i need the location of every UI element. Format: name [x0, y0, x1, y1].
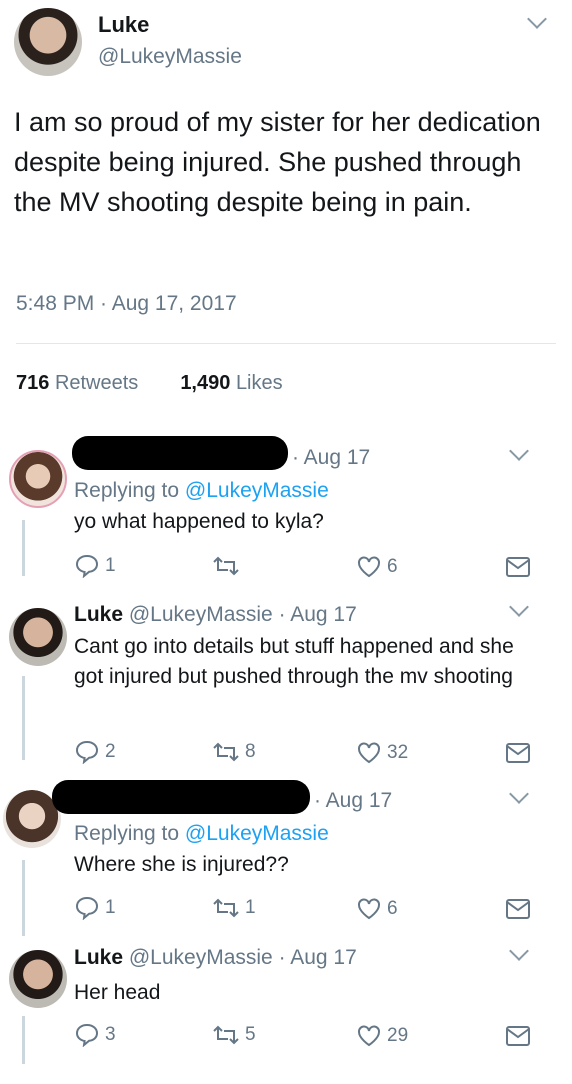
- retweets-count[interactable]: 716: [16, 372, 49, 394]
- reply-action[interactable]: 2: [74, 740, 116, 764]
- like-count: 6: [387, 898, 398, 919]
- retweet-count: 1: [245, 897, 256, 918]
- reply-icon: [75, 1023, 99, 1047]
- thread-line: [22, 676, 25, 760]
- retweet-icon: [213, 556, 239, 576]
- retweets-label[interactable]: Retweets: [55, 372, 138, 394]
- like-action[interactable]: 6: [356, 555, 398, 579]
- reply-handle-date[interactable]: @LukeyMassie · Aug 17: [129, 603, 357, 626]
- reply-text: yo what happened to kyla?: [74, 510, 324, 533]
- message-action[interactable]: [504, 1024, 532, 1048]
- replying-to: Replying to @LukeyMassie: [74, 822, 329, 846]
- retweet-icon: [213, 898, 239, 918]
- reply-icon: [75, 896, 99, 920]
- retweet-icon: [213, 742, 239, 762]
- replying-to-handle[interactable]: @LukeyMassie: [185, 479, 329, 502]
- tweet-stats: 716 Retweets 1,490 Likes: [16, 372, 283, 395]
- message-action[interactable]: [504, 897, 532, 921]
- message-action[interactable]: [504, 555, 532, 579]
- chevron-down-icon[interactable]: [509, 941, 529, 961]
- reply-text: Where she is injured??: [74, 853, 289, 876]
- reply-date[interactable]: · Aug 17: [314, 789, 392, 813]
- reply-count: 3: [105, 1024, 116, 1045]
- envelope-icon: [506, 899, 530, 919]
- tweet-text: I am so proud of my sister for her dedic…: [14, 107, 541, 217]
- tweet-timestamp[interactable]: 5:48 PM · Aug 17, 2017: [16, 292, 237, 316]
- retweet-action[interactable]: [212, 555, 245, 577]
- reply-count: 1: [105, 555, 116, 576]
- reply-action[interactable]: 1: [74, 896, 116, 920]
- retweet-action[interactable]: 8: [212, 741, 256, 763]
- replying-to-handle[interactable]: @LukeyMassie: [185, 822, 329, 845]
- like-action[interactable]: 32: [356, 741, 408, 765]
- heart-icon: [358, 556, 380, 578]
- thread-line: [22, 520, 25, 576]
- reply-date[interactable]: · Aug 17: [292, 446, 370, 470]
- reply-author-name[interactable]: Luke: [74, 603, 123, 626]
- reply-icon: [75, 740, 99, 764]
- retweet-count: 5: [245, 1024, 256, 1045]
- reply-text: Cant go into details but stuff happened …: [74, 635, 514, 688]
- likes-count[interactable]: 1,490: [180, 372, 230, 394]
- reply-header: Luke @LukeyMassie · Aug 17: [74, 603, 357, 627]
- heart-icon: [358, 1025, 380, 1047]
- reply-text: Her head: [74, 981, 161, 1004]
- redacted-name: [52, 780, 310, 814]
- reply-count: 2: [105, 741, 116, 762]
- reply-avatar[interactable]: [9, 608, 67, 666]
- divider: [16, 343, 556, 344]
- replying-to-prefix: Replying to: [74, 822, 180, 845]
- reply-avatar[interactable]: [9, 450, 67, 508]
- retweet-action[interactable]: 1: [212, 897, 256, 919]
- likes-label[interactable]: Likes: [236, 372, 283, 394]
- chevron-down-icon[interactable]: [527, 9, 547, 29]
- replying-to: Replying to @LukeyMassie: [74, 479, 329, 503]
- envelope-icon: [506, 557, 530, 577]
- retweet-action[interactable]: 5: [212, 1024, 256, 1046]
- heart-icon: [358, 742, 380, 764]
- like-action[interactable]: 29: [356, 1024, 408, 1048]
- reply-avatar[interactable]: [9, 950, 67, 1008]
- retweet-count: 8: [245, 741, 256, 762]
- reply-author-name[interactable]: Luke: [74, 946, 123, 969]
- reply-count: 1: [105, 897, 116, 918]
- like-action[interactable]: 6: [356, 897, 398, 921]
- envelope-icon: [506, 743, 530, 763]
- author-handle[interactable]: @LukeyMassie: [98, 45, 242, 69]
- thread-line: [22, 1016, 25, 1064]
- envelope-icon: [506, 1026, 530, 1046]
- chevron-down-icon[interactable]: [509, 597, 529, 617]
- author-name[interactable]: Luke: [98, 12, 149, 38]
- replying-to-prefix: Replying to: [74, 479, 180, 502]
- chevron-down-icon[interactable]: [509, 441, 529, 461]
- redacted-name: [72, 436, 288, 470]
- reply-icon: [75, 554, 99, 578]
- retweet-icon: [213, 1025, 239, 1045]
- heart-icon: [358, 898, 380, 920]
- like-count: 6: [387, 556, 398, 577]
- reply-action[interactable]: 1: [74, 554, 116, 578]
- like-count: 32: [387, 742, 409, 763]
- thread-line: [22, 860, 25, 936]
- author-avatar[interactable]: [14, 8, 82, 76]
- reply-header: Luke @LukeyMassie · Aug 17: [74, 946, 357, 970]
- reply-handle-date[interactable]: @LukeyMassie · Aug 17: [129, 946, 357, 969]
- chevron-down-icon[interactable]: [509, 784, 529, 804]
- reply-action[interactable]: 3: [74, 1023, 116, 1047]
- message-action[interactable]: [504, 741, 532, 765]
- like-count: 29: [387, 1025, 409, 1046]
